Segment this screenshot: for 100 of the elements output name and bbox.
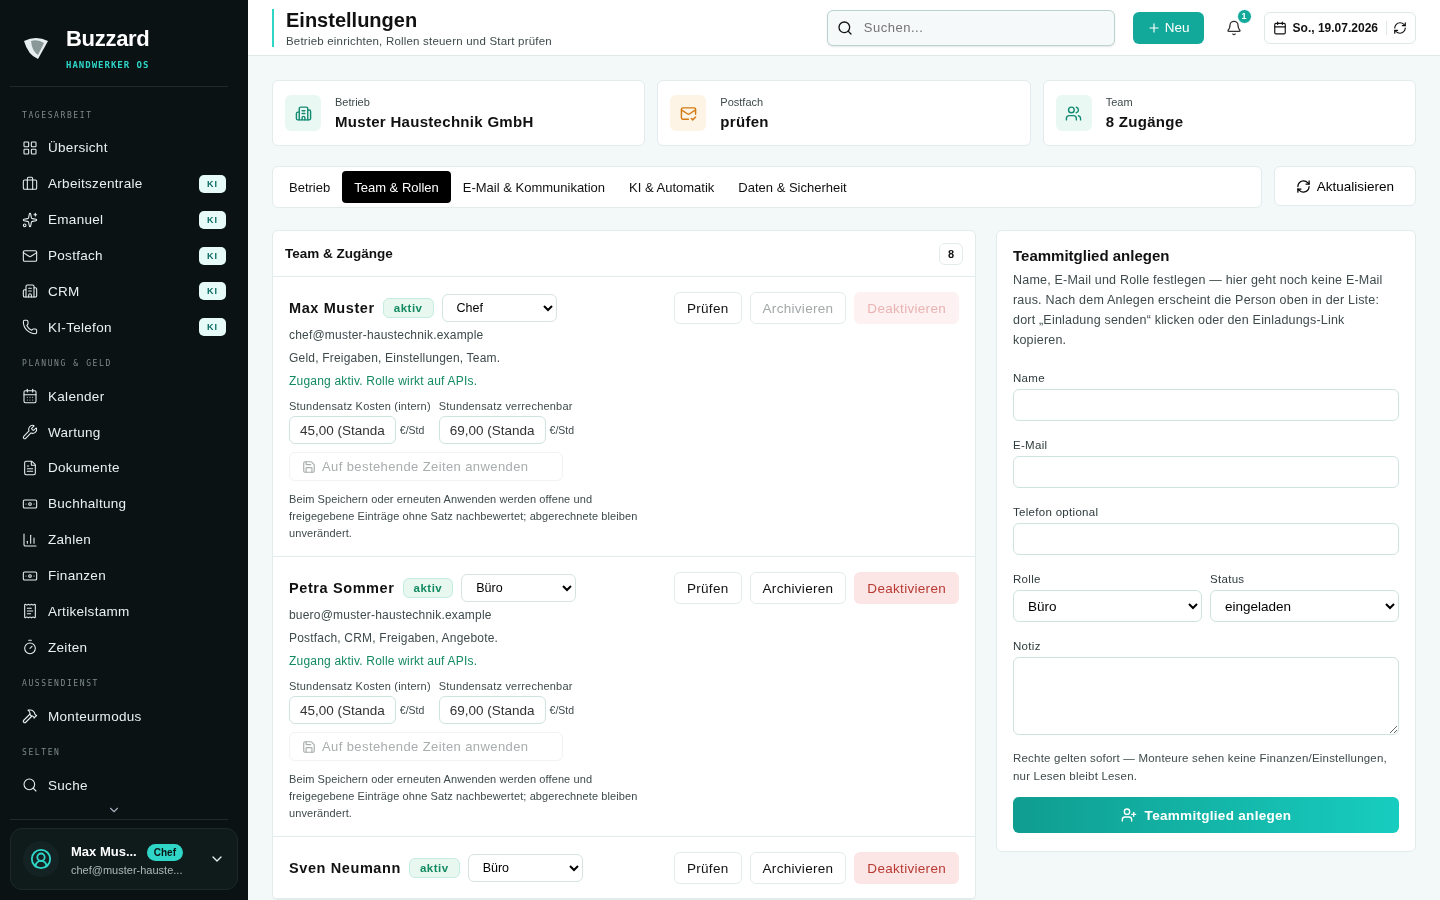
unit-label: €/Std (399, 424, 425, 436)
sidebar-item[interactable]: Dokumente (10, 450, 238, 486)
status-badge: aktiv (382, 298, 434, 318)
sidebar-item[interactable]: Übersicht (10, 130, 238, 166)
sidebar-item[interactable]: Buchhaltung (10, 485, 238, 522)
stopwatch-icon (22, 639, 38, 656)
user-card[interactable]: Max Mus... Chef chef@muster-hauste... (10, 828, 238, 890)
access-status: Zugang aktiv. Rolle wirkt auf APIs. (289, 374, 479, 389)
deactivate-button[interactable]: Deaktivieren (854, 572, 959, 604)
field-label: Stundensatz Kosten (intern) (289, 680, 431, 692)
stat-label: Postfach (720, 96, 765, 108)
refresh-button[interactable]: Aktualisieren (1274, 166, 1416, 206)
sidebar-item[interactable]: Wartung (10, 414, 238, 450)
role-select[interactable]: Chef (441, 294, 557, 322)
stat-label: Betrieb (335, 96, 371, 108)
count-badge: 8 (938, 242, 963, 265)
sidebar-item[interactable]: Zeiten (10, 629, 238, 666)
rate-field[interactable]: 45,00 (Standa (289, 416, 396, 444)
status-select[interactable]: eingeladen (1210, 590, 1399, 622)
tab[interactable]: Betrieb (277, 171, 343, 203)
sidebar-item[interactable]: Finanzen (10, 557, 238, 594)
grid-icon (22, 139, 38, 156)
stat-value: 8 Zugänge (1105, 113, 1184, 130)
rate-note: Beim Speichern oder erneuten Anwenden werden offene und freigegebene Einträge ohne Satz nachbewertet; abgerechnete bleiben unverändert. (289, 772, 639, 821)
sidebar-item[interactable]: Zahlen (10, 521, 238, 558)
action-button[interactable]: Archivieren (749, 852, 847, 884)
calendar-icon (1272, 20, 1287, 35)
mail-check-icon (670, 95, 707, 131)
rate-field[interactable]: 69,00 (Standa (438, 416, 546, 444)
date-picker[interactable]: So., 19.07.2026 (1263, 11, 1416, 44)
field-label: Name (1013, 372, 1046, 384)
stat-value: prüfen (720, 113, 769, 130)
phone-field[interactable] (1013, 523, 1399, 555)
sidebar-item[interactable]: Artikelstamm (10, 593, 238, 630)
ai-badge: KI (199, 174, 226, 193)
member-email: chef@muster-haustechnik.example (289, 328, 485, 343)
rate-field[interactable]: 69,00 (Standa (438, 696, 546, 724)
phone-icon (22, 319, 38, 336)
tab[interactable]: E-Mail & Kommunikation (450, 171, 618, 203)
field-label: Status (1210, 573, 1246, 585)
action-button[interactable]: Prüfen (673, 852, 742, 884)
search-field[interactable]: Suchen... (826, 9, 1115, 46)
email-field[interactable] (1013, 456, 1399, 488)
role-select[interactable]: Büro (461, 574, 577, 602)
action-button[interactable]: Prüfen (673, 572, 742, 604)
section-title: AUSSENDIENST (21, 678, 100, 691)
ai-badge: KI (199, 246, 226, 265)
briefcase-icon (22, 175, 38, 192)
sidebar-item[interactable]: Monteurmodus (10, 698, 238, 735)
form-description: Name, E-Mail und Rolle festlegen — hier geht noch keine E-Mail raus. Nach dem Anlegen erscheint die Person oben in der Liste: dort „Einladung senden“ klicken oder den Einladungs-Link kopieren. (1013, 272, 1384, 349)
rate-field[interactable]: 45,00 (Standa (289, 696, 396, 724)
mail-icon (22, 247, 38, 264)
plus-icon (1146, 20, 1161, 35)
unit-label: €/Std (549, 424, 575, 436)
chart-icon (22, 531, 38, 548)
refresh-icon[interactable] (1393, 20, 1407, 35)
sidebar-item[interactable]: Postfach KI (10, 237, 238, 274)
sidebar-item[interactable]: KI-Telefon KI (10, 309, 238, 346)
role-select[interactable]: Büro (467, 854, 583, 882)
field-label: Notiz (1013, 640, 1042, 652)
field-label: E-Mail (1013, 439, 1049, 451)
section-title: SELTEN (21, 747, 62, 760)
unit-label: €/Std (399, 704, 425, 716)
bell-icon (1225, 19, 1242, 36)
field-label: Stundensatz Kosten (intern) (289, 400, 431, 412)
field-label: Stundensatz verrechenbar (438, 680, 574, 692)
action-button[interactable]: Prüfen (673, 292, 742, 324)
field-label: Rolle (1013, 573, 1042, 585)
wrench-icon (22, 424, 38, 441)
sidebar-item[interactable]: Arbeitszentrale KI (10, 165, 238, 202)
document-icon (22, 459, 38, 476)
notification-count: 1 (1236, 8, 1252, 24)
users-icon (1055, 95, 1092, 131)
sidebar-item[interactable]: Emanuel KI (10, 201, 238, 238)
tab[interactable]: Team & Rollen (342, 171, 451, 203)
access-status: Zugang aktiv. Rolle wirkt auf APIs. (289, 654, 479, 669)
action-button[interactable]: Archivieren (749, 572, 847, 604)
section-title: TAGESARBEIT (21, 110, 94, 122)
tab[interactable]: Daten & Sicherheit (726, 171, 859, 203)
sidebar-item[interactable]: Kalender (10, 378, 238, 415)
ai-badge: KI (199, 282, 226, 301)
status-badge: aktiv (402, 578, 454, 598)
sidebar-item[interactable]: Suche (10, 767, 238, 803)
tab[interactable]: KI & Automatik (617, 171, 727, 203)
name-field[interactable] (1013, 389, 1399, 421)
member-rights: Geld, Freigaben, Einstellungen, Team. (289, 351, 502, 366)
sparkles-icon (22, 211, 38, 228)
role-select[interactable]: Büro (1013, 590, 1202, 622)
member-name: Petra Sommer (289, 580, 395, 596)
deactivate-button[interactable]: Deaktivieren (854, 852, 959, 884)
ai-badge: KI (199, 318, 226, 337)
member-rights: Postfach, CRM, Freigaben, Angebote. (289, 631, 500, 646)
save-icon (302, 739, 316, 754)
calendar-icon (22, 388, 38, 405)
note-field[interactable] (1013, 657, 1399, 735)
stat-label: Team (1105, 96, 1134, 108)
search-icon (22, 777, 38, 794)
rate-note: Beim Speichern oder erneuten Anwenden werden offene und freigegebene Einträge ohne Satz nachbewertet; abgerechnete bleiben unverändert. (289, 492, 639, 541)
sidebar-item[interactable]: CRM KI (10, 273, 238, 310)
save-icon (302, 459, 316, 474)
